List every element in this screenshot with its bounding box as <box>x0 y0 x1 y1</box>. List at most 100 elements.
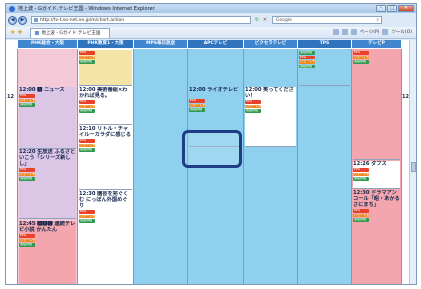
program-detail-button[interactable]: 番組詳細 <box>19 177 35 181</box>
program-detail-button[interactable]: 番組詳細 <box>299 64 315 68</box>
program-cell[interactable]: 12:10 リトル・チャイルーカラダに感じる EPG リモート予約 番組詳細 <box>79 126 132 190</box>
channel-header-phk-kyoiku[interactable]: PHK教育1・大阪 <box>78 40 134 48</box>
tab-page-icon <box>35 31 40 35</box>
program-detail-button[interactable]: 番組詳細 <box>79 219 95 223</box>
tools-icon <box>382 29 389 35</box>
remote-record-button[interactable]: リモート予約 <box>79 55 95 59</box>
ie-logo-icon <box>9 5 15 12</box>
program-detail-button[interactable]: 番組詳細 <box>189 108 205 112</box>
remote-record-button[interactable]: リモート予約 <box>353 55 369 59</box>
program-detail-button[interactable]: 番組詳細 <box>79 148 95 152</box>
epg-badge[interactable]: EPG <box>79 139 95 143</box>
program-cell[interactable]: 12:00 美術番組×わかれば見る。 EPG リモート予約 番組詳細 <box>79 87 132 125</box>
channel-header: PHK総合・大阪 PHK教育1・大阪 MPS毎日放送 APCテレビ ビクセラテレ… <box>6 40 410 48</box>
program-cell[interactable]: 12:30 ドラマアンコール「昭・あかるさにまち」 EPG リモート予約 番組詳… <box>353 190 400 284</box>
remote-record-button[interactable]: リモート予約 <box>353 213 369 217</box>
remote-record-button[interactable]: リモート予約 <box>19 172 35 176</box>
remote-record-button[interactable]: リモート予約 <box>79 143 95 147</box>
remote-record-button[interactable]: リモート予約 <box>353 172 369 176</box>
program-detail-button[interactable]: 番組詳細 <box>19 243 35 247</box>
program-cell[interactable]: 12:30 園芸を完ぐくむ にっぽん外国めぐり EPG リモート予約 番組詳細 <box>79 191 132 284</box>
close-button[interactable]: ✕ <box>398 5 414 12</box>
program-detail-button[interactable]: 番組詳細 <box>299 51 315 55</box>
epg-badge[interactable]: EPG <box>19 94 35 98</box>
program-detail-button[interactable]: 番組詳細 <box>353 177 369 181</box>
hour-label-right: 12 <box>402 94 409 100</box>
epg-badge[interactable]: EPG <box>353 51 369 55</box>
vertical-scrollbar[interactable] <box>409 40 416 284</box>
favorites-star-icon[interactable]: ★ <box>10 29 15 36</box>
channel-header-phk-sogo[interactable]: PHK総合・大阪 <box>18 40 78 48</box>
forward-button[interactable]: ▶ <box>18 15 27 25</box>
epg-badge[interactable]: EPG <box>19 234 35 238</box>
scrollbar-thumb[interactable] <box>411 162 416 172</box>
program-detail-button[interactable]: 番組詳細 <box>19 103 35 107</box>
program-cell[interactable]: 番組詳細 EPG リモート予約 番組詳細 <box>299 50 350 86</box>
home-icon[interactable] <box>332 29 339 35</box>
search-icon[interactable]: ⌕ <box>376 17 379 23</box>
remote-record-button[interactable]: リモート予約 <box>79 104 95 108</box>
address-bar[interactable]: http://tv-t.so-net.ne.jp/m/chart.action <box>31 16 251 24</box>
program-detail-button[interactable]: 番組詳細 <box>245 109 261 113</box>
remote-record-button[interactable]: リモート予約 <box>79 214 95 218</box>
search-input[interactable]: Google ⌕ <box>272 16 382 24</box>
command-bar: ★ ✚ 地上波 - Gガイド.テレビ王国 ページ(P) ツール(O) <box>6 27 416 39</box>
program-detail-button[interactable]: 番組詳細 <box>353 60 369 64</box>
print-icon[interactable] <box>350 29 357 35</box>
epg-badge[interactable]: EPG <box>353 168 369 172</box>
epg-badge[interactable]: EPG <box>79 51 95 55</box>
navigation-bar: ◀ ▶ http://tv-t.so-net.ne.jp/m/chart.act… <box>6 14 416 26</box>
channel-column-vixera: 12:00 笑ってください！ EPG リモート予約 番組詳細 <box>244 49 298 284</box>
program-time: 12:26 <box>353 161 370 167</box>
page-icon <box>34 18 38 22</box>
remote-record-button[interactable]: リモート予約 <box>19 98 35 102</box>
channel-header-mps[interactable]: MPS毎日放送 <box>134 40 188 48</box>
program-cell[interactable]: 12:45 🅰🅱🅲 連続テレビ小説 かんたん EPG リモート予約 番組詳細 <box>19 221 76 284</box>
program-cell[interactable]: 12:20 生放送 ふるさといこう「シリーズ新しし」 EPG リモート予約 番組… <box>19 149 76 219</box>
page-menu[interactable]: ページ(P) <box>360 29 380 35</box>
remote-record-button[interactable]: リモート予約 <box>19 238 35 242</box>
stop-button[interactable]: ✕ <box>261 16 269 24</box>
channel-header-tps[interactable]: TPS <box>298 40 352 48</box>
program-title: ライオテレビ <box>207 87 239 93</box>
maximize-button[interactable]: □ <box>387 5 397 12</box>
program-cell[interactable]: 12:26 ダブス EPG リモート予約 番組詳細 <box>353 161 400 189</box>
channel-column-tps: 番組詳細 EPG リモート予約 番組詳細 <box>298 49 352 284</box>
program-cell[interactable]: EPG リモート予約 番組詳細 <box>79 50 132 86</box>
epg-badge[interactable]: EPG <box>79 210 95 214</box>
epg-badge[interactable]: EPG <box>245 100 261 104</box>
minimize-button[interactable]: – <box>376 5 386 12</box>
window-title: 地上波 - Gガイド.テレビ王国 - Windows Internet Expl… <box>18 6 155 12</box>
channel-header-vixera[interactable]: ビクセラテレビ <box>244 40 298 48</box>
refresh-button[interactable]: ↻ <box>253 16 261 24</box>
tab-label: 地上波 - Gガイド.テレビ王国 <box>41 31 101 36</box>
remote-record-button[interactable]: リモート予約 <box>245 104 261 108</box>
epg-badge[interactable]: EPG <box>299 55 315 59</box>
channel-column-phk-kyoiku: EPG リモート予約 番組詳細 12:00 美術番組×わかれば見る。 EPG リ… <box>78 49 134 284</box>
epg-badge[interactable]: EPG <box>189 99 205 103</box>
epg-badge[interactable]: EPG <box>353 209 369 213</box>
tools-menu[interactable]: ツール(O) <box>391 29 412 35</box>
tab-current[interactable]: 地上波 - Gガイド.テレビ王国 <box>30 27 111 38</box>
program-cell[interactable]: 12:00 笑ってください！ EPG リモート予約 番組詳細 <box>245 87 296 147</box>
browser-window: 地上波 - Gガイド.テレビ王国 - Windows Internet Expl… <box>5 3 417 285</box>
program-cell[interactable]: 12:00 🅰 ニュース EPG リモート予約 番組詳細 <box>19 87 76 149</box>
back-button[interactable]: ◀ <box>8 15 17 25</box>
channel-header-tvp[interactable]: テレビP <box>352 40 402 48</box>
command-buttons: ページ(P) ツール(O) <box>332 29 412 35</box>
epg-badge[interactable]: EPG <box>19 168 35 172</box>
program-detail-button[interactable]: 番組詳細 <box>353 218 369 222</box>
channel-column-phk-sogo: 12:00 🅰 ニュース EPG リモート予約 番組詳細 12:20 生放送 ふ… <box>18 49 78 284</box>
program-detail-button[interactable]: 番組詳細 <box>79 60 95 64</box>
remote-record-button[interactable]: リモート予約 <box>299 60 315 64</box>
program-title: ダブス <box>371 161 387 167</box>
remote-record-button[interactable]: リモート予約 <box>189 103 205 107</box>
channel-header-apc[interactable]: APCテレビ <box>188 40 244 48</box>
epg-badge[interactable]: EPG <box>79 100 95 104</box>
focus-highlight <box>182 130 242 168</box>
tv-guide-grid: PHK総合・大阪 PHK教育1・大阪 MPS毎日放送 APCテレビ ビクセラテレ… <box>6 40 410 284</box>
program-detail-button[interactable]: 番組詳細 <box>79 109 95 113</box>
feeds-icon[interactable] <box>341 29 348 35</box>
add-favorites-icon[interactable]: ✚ <box>17 29 22 36</box>
program-cell[interactable]: EPG リモート予約 番組詳細 <box>353 50 400 160</box>
